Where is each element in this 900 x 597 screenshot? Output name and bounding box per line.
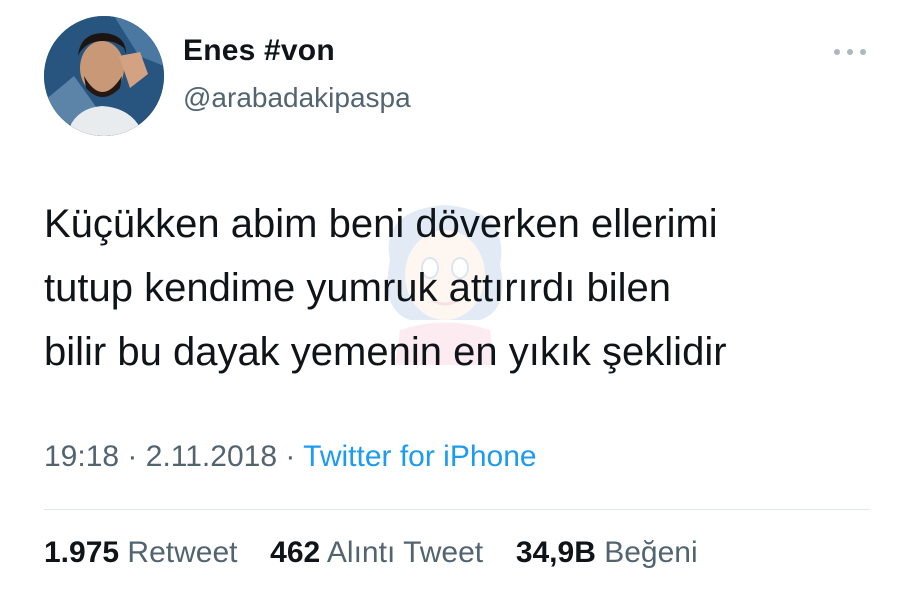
likes-label: Beğeni [604,536,698,569]
tweet-card: Enes #von @arabadakipaspa Küçükken abim … [0,0,900,597]
retweets-stat[interactable]: 1.975 Retweet [44,536,246,569]
user-avatar[interactable] [44,16,164,136]
tweet-text-line: tutup kendime yumruk attırırdı bilen [44,266,671,310]
divider [44,509,870,510]
quotes-count: 462 [270,536,321,569]
dot-icon [834,49,840,55]
meta-separator: · [127,440,138,473]
tweet-source-link[interactable]: Twitter for iPhone [303,440,536,473]
likes-stat[interactable]: 34,9B Beğeni [516,536,698,569]
tweet-date[interactable]: 2.11.2018 [146,440,277,473]
meta-separator: · [285,440,296,473]
tweet-text: Küçükken abim beni döverken ellerimi tut… [44,192,874,384]
quotes-label: Alıntı Tweet [326,536,484,569]
dot-icon [847,49,853,55]
retweets-label: Retweet [127,536,238,569]
tweet-text-line: bilir bu dayak yemenin en yıkık şeklidir [44,330,727,374]
tweet-time[interactable]: 19:18 [44,440,119,473]
quotes-stat[interactable]: 462 Alıntı Tweet [270,536,491,569]
avatar-photo-icon [44,16,164,136]
likes-count: 34,9B [515,536,596,569]
tweet-text-line: Küçükken abim beni döverken ellerimi [44,202,718,246]
more-dots-icon[interactable] [834,44,866,60]
retweets-count: 1.975 [44,536,120,569]
engagement-stats: 1.975 Retweet 462 Alıntı Tweet 34,9B Beğ… [44,536,698,570]
username[interactable]: @arabadakipaspa [183,82,411,114]
tweet-meta: 19:18 · 2.11.2018 · Twitter for iPhone [44,440,537,474]
display-name[interactable]: Enes #von [183,34,335,68]
dot-icon [860,49,866,55]
